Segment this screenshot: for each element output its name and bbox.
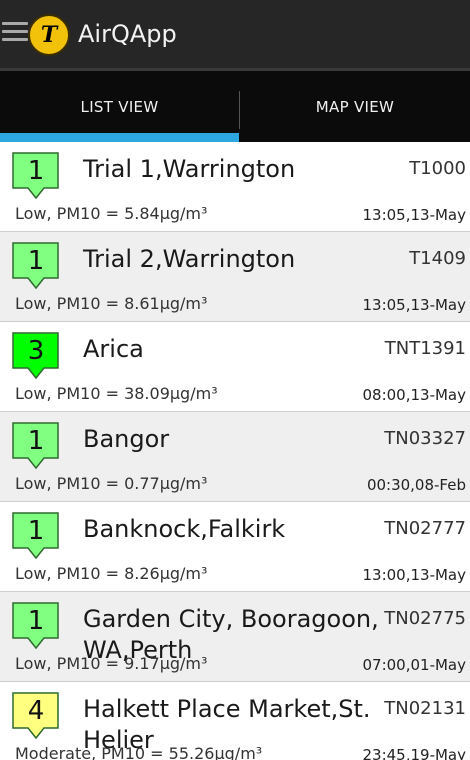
aqi-band-number: 1 xyxy=(27,246,45,276)
station-name: Bangor xyxy=(83,425,170,453)
aqi-band-marker-icon: 1 xyxy=(12,512,60,560)
tab-bar: LIST VIEW MAP VIEW xyxy=(0,68,470,142)
pollution-reading: Low, PM10 = 0.77µg/m³ xyxy=(15,474,208,493)
reading-timestamp: 00:30,08-Feb xyxy=(366,476,466,494)
pollution-reading: Low, PM10 = 8.26µg/m³ xyxy=(15,564,208,583)
aqi-band-number: 1 xyxy=(27,426,45,456)
reading-timestamp: 23:45,19-May xyxy=(362,746,466,760)
reading-timestamp: 13:05,13-May xyxy=(362,296,466,314)
pollution-reading: Moderate, PM10 = 55.26µg/m³ xyxy=(15,744,263,760)
reading-timestamp: 13:05,13-May xyxy=(362,206,466,224)
aqi-band-number: 3 xyxy=(27,336,45,366)
station-row[interactable]: 4 Halkett Place Market,St. Helier TN02131 M… xyxy=(0,682,470,760)
aqi-band-marker-icon: 1 xyxy=(12,152,60,200)
station-row[interactable]: 1 Trial 1,Warrington T1000 Low, PM10 = 5.84… xyxy=(0,142,470,232)
action-bar: T AirQApp xyxy=(0,0,470,68)
app-logo[interactable]: T xyxy=(28,14,70,56)
station-row[interactable]: 1 Trial 2,Warrington T1409 Low, PM10 = 8.61… xyxy=(0,232,470,322)
selected-tab-indicator xyxy=(0,133,239,142)
aqi-band-number: 4 xyxy=(27,696,45,726)
station-code: TN02775 xyxy=(384,608,466,629)
aqi-band-marker-icon: 1 xyxy=(12,422,60,470)
pollution-reading: Low, PM10 = 38.09µg/m³ xyxy=(15,384,218,403)
aqi-band-marker-icon: 3 xyxy=(12,332,60,380)
aqi-band-number: 1 xyxy=(27,606,45,636)
station-row[interactable]: 1 Bangor TN03327 Low, PM10 = 0.77µg/m³ 00:30… xyxy=(0,412,470,502)
station-row[interactable]: 1 Banknock,Falkirk TN02777 Low, PM10 = 8.26… xyxy=(0,502,470,592)
reading-timestamp: 07:00,01-May xyxy=(362,656,466,674)
station-name: Arica xyxy=(83,335,144,363)
aqi-band-marker-icon: 1 xyxy=(12,602,60,650)
app-title: AirQApp xyxy=(78,20,177,48)
hamburger-menu-icon[interactable] xyxy=(2,22,28,46)
pollution-reading: Low, PM10 = 5.84µg/m³ xyxy=(15,204,208,223)
station-name: Banknock,Falkirk xyxy=(83,515,286,543)
logo-letter: T xyxy=(40,22,58,48)
station-code: TNT1391 xyxy=(384,338,466,359)
pollution-reading: Low, PM10 = 9.17µg/m³ xyxy=(15,654,208,673)
reading-timestamp: 08:00,13-May xyxy=(362,386,466,404)
station-name: Trial 2,Warrington xyxy=(83,245,296,273)
station-code: T1000 xyxy=(409,158,466,179)
station-row[interactable]: 3 Arica TNT1391 Low, PM10 = 38.09µg/m³ 08:00… xyxy=(0,322,470,412)
aqi-band-number: 1 xyxy=(27,516,45,546)
tab-list-view[interactable]: LIST VIEW xyxy=(0,71,239,142)
station-code: TN02131 xyxy=(384,698,466,719)
reading-timestamp: 13:00,13-May xyxy=(362,566,466,584)
station-name: Trial 1,Warrington xyxy=(83,155,296,183)
station-code: TN03327 xyxy=(384,428,466,449)
aqi-band-marker-icon: 4 xyxy=(12,692,60,740)
station-row[interactable]: 1 Garden City, Booragoon, WA,Perth TN02775… xyxy=(0,592,470,682)
aqi-band-marker-icon: 1 xyxy=(12,242,60,290)
aqi-band-number: 1 xyxy=(27,156,45,186)
station-list[interactable]: 1 Trial 1,Warrington T1000 Low, PM10 = 5.84… xyxy=(0,142,470,760)
station-code: T1409 xyxy=(409,248,466,269)
tab-map-view[interactable]: MAP VIEW xyxy=(240,71,470,142)
pollution-reading: Low, PM10 = 8.61µg/m³ xyxy=(15,294,208,313)
station-code: TN02777 xyxy=(384,518,466,539)
